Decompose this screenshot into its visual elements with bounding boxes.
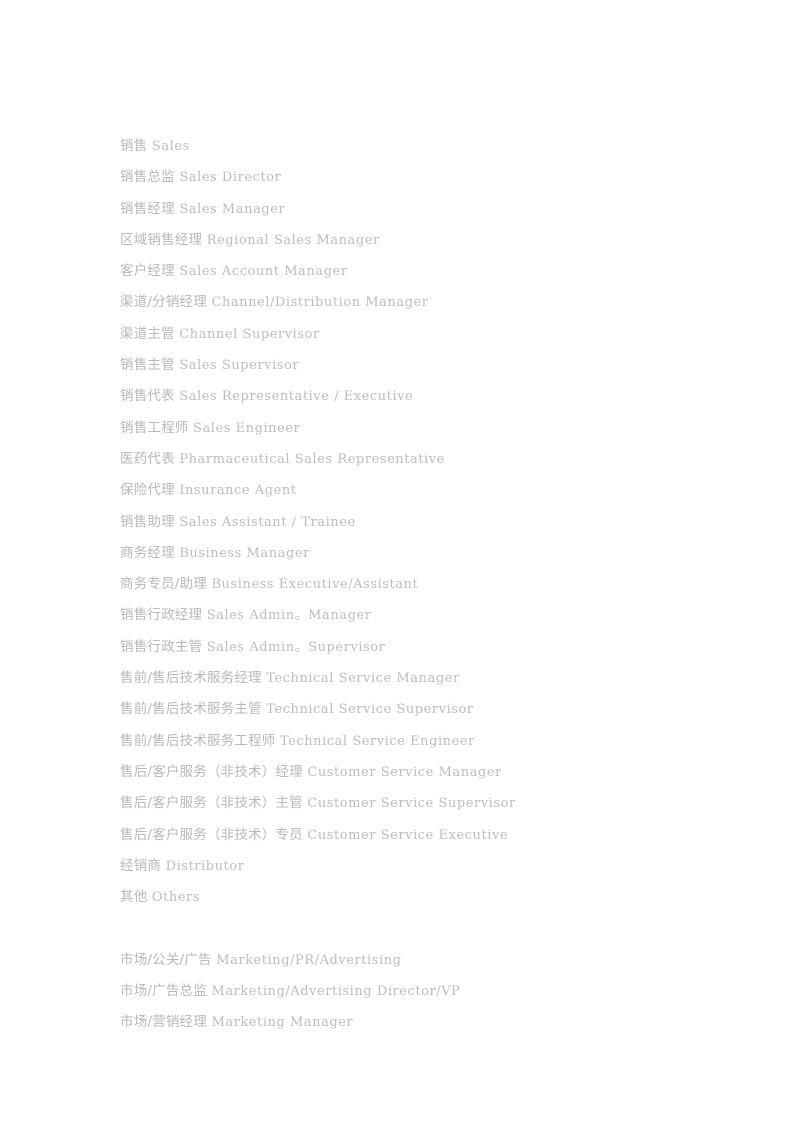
job-title-zh: 客户经理 (120, 263, 175, 280)
job-title-entry: 销售总监 Sales Director (120, 162, 730, 193)
job-title-en: Technical Service Engineer (279, 733, 475, 749)
job-title-entry: 售后/客户服务（非技术）经理 Customer Service Manager (120, 757, 730, 788)
job-title-zh: 售前/售后技术服务工程师 (120, 732, 276, 749)
job-title-entry: 保险代理 Insurance Agent (120, 475, 730, 506)
job-title-zh: 销售工程师 (120, 419, 189, 436)
job-title-zh: 市场/营销经理 (120, 1014, 207, 1031)
job-title-zh: 医药代表 (120, 450, 175, 467)
job-title-en: Sales Account Manager (179, 264, 348, 280)
job-title-entry: 医药代表 Pharmaceutical Sales Representative (120, 444, 730, 475)
job-title-zh: 市场/公关/广告 (120, 951, 212, 968)
job-title-en: Marketing/Advertising Director/VP (211, 984, 461, 1000)
job-title-list: 销售 Sales 销售总监 Sales Director 销售经理 Sales Ma… (120, 131, 730, 1039)
job-title-zh: 渠道主管 (120, 325, 175, 342)
job-title-entry: 客户经理 Sales Account Manager (120, 256, 730, 287)
job-title-entry: 经销商 Distributor (120, 851, 730, 882)
job-title-en: Channel/Distribution Manager (211, 295, 429, 311)
job-title-zh: 售后/客户服务（非技术）主管 (120, 795, 303, 812)
section-marketing: 市场/公关/广告 Marketing/PR/Advertising 市场/广告总监… (120, 945, 730, 1039)
job-title-en: Customer Service Supervisor (307, 796, 516, 812)
job-title-en: Regional Sales Manager (206, 232, 380, 248)
job-title-en: Marketing/PR/Advertising (216, 952, 402, 968)
job-title-en: Sales Director (179, 170, 282, 186)
job-title-en: Sales Admin。Manager (206, 608, 372, 624)
job-title-en: Distributor (165, 858, 245, 874)
job-title-zh: 保险代理 (120, 482, 175, 499)
job-title-entry: 销售主管 Sales Supervisor (120, 350, 730, 381)
job-title-en: Business Manager (179, 545, 310, 561)
job-title-entry: 其他 Others (120, 882, 730, 913)
job-title-entry: 区域销售经理 Regional Sales Manager (120, 225, 730, 256)
job-title-zh: 销售助理 (120, 513, 175, 530)
job-title-entry: 销售代表 Sales Representative / Executive (120, 381, 730, 412)
job-title-zh: 售后/客户服务（非技术）专员 (120, 826, 303, 843)
job-title-zh: 销售经理 (120, 200, 175, 217)
job-title-en: Sales Admin。Supervisor (206, 639, 386, 655)
job-title-en: Customer Service Manager (307, 764, 502, 780)
job-title-entry: 渠道/分销经理 Channel/Distribution Manager (120, 287, 730, 318)
job-title-en: Sales Engineer (193, 420, 301, 436)
job-title-zh: 销售行政经理 (120, 607, 203, 624)
job-title-en: Others (151, 890, 201, 906)
job-title-entry: 市场/营销经理 Marketing Manager (120, 1007, 730, 1038)
job-title-en: Channel Supervisor (179, 326, 320, 342)
job-title-zh: 区域销售经理 (120, 231, 203, 248)
job-title-entry: 售后/客户服务（非技术）专员 Customer Service Executiv… (120, 820, 730, 851)
job-title-zh: 销售 (120, 138, 148, 154)
job-title-entry: 销售经理 Sales Manager (120, 194, 730, 225)
job-title-zh: 售后/客户服务（非技术）经理 (120, 763, 303, 780)
job-title-en: Sales Manager (179, 201, 286, 217)
job-title-entry: 销售助理 Sales Assistant / Trainee (120, 507, 730, 538)
job-title-en: Marketing Manager (211, 1015, 354, 1031)
job-title-zh: 市场/广告总监 (120, 983, 207, 1000)
job-title-en: Technical Service Supervisor (266, 702, 474, 718)
job-title-entry: 市场/公关/广告 Marketing/PR/Advertising (120, 945, 730, 976)
job-title-entry: 销售工程师 Sales Engineer (120, 413, 730, 444)
job-title-zh: 销售行政主管 (120, 638, 203, 655)
job-title-zh: 销售主管 (120, 357, 175, 374)
job-title-en: Insurance Agent (179, 483, 297, 499)
job-title-en: Sales Assistant / Trainee (179, 514, 356, 530)
job-title-entry: 销售行政经理 Sales Admin。Manager (120, 600, 730, 631)
job-title-zh: 销售代表 (120, 388, 175, 405)
job-title-entry: 销售 Sales (120, 131, 730, 162)
document-page: 销售 Sales 销售总监 Sales Director 销售经理 Sales Ma… (0, 0, 800, 1132)
job-title-zh: 销售总监 (120, 169, 175, 186)
job-title-en: Sales Representative / Executive (179, 389, 414, 405)
job-title-zh: 售前/售后技术服务经理 (120, 670, 262, 687)
job-title-entry: 渠道主管 Channel Supervisor (120, 319, 730, 350)
job-title-entry: 售前/售后技术服务工程师 Technical Service Engineer (120, 726, 730, 757)
job-title-zh: 其他 (120, 889, 148, 906)
job-title-entry: 商务专员/助理 Business Executive/Assistant (120, 569, 730, 600)
job-title-en: Pharmaceutical Sales Representative (179, 451, 445, 467)
job-title-en: Technical Service Manager (266, 671, 460, 687)
job-title-entry: 市场/广告总监 Marketing/Advertising Director/V… (120, 976, 730, 1007)
job-title-zh: 商务经理 (120, 544, 175, 561)
job-title-en: Business Executive/Assistant (211, 577, 419, 593)
job-title-zh: 经销商 (120, 857, 162, 874)
job-title-en: Sales (151, 139, 190, 154)
section-sales: 销售 Sales 销售总监 Sales Director 销售经理 Sales Ma… (120, 131, 730, 913)
job-title-entry: 售前/售后技术服务主管 Technical Service Supervisor (120, 694, 730, 725)
job-title-entry: 售后/客户服务（非技术）主管 Customer Service Supervis… (120, 788, 730, 819)
job-title-entry: 商务经理 Business Manager (120, 538, 730, 569)
job-title-zh: 渠道/分销经理 (120, 294, 207, 311)
job-title-entry: 售前/售后技术服务经理 Technical Service Manager (120, 663, 730, 694)
job-title-zh: 售前/售后技术服务主管 (120, 701, 262, 718)
job-title-en: Sales Supervisor (179, 358, 300, 374)
job-title-zh: 商务专员/助理 (120, 576, 207, 593)
job-title-en: Customer Service Executive (307, 827, 509, 843)
job-title-entry: 销售行政主管 Sales Admin。Supervisor (120, 632, 730, 663)
